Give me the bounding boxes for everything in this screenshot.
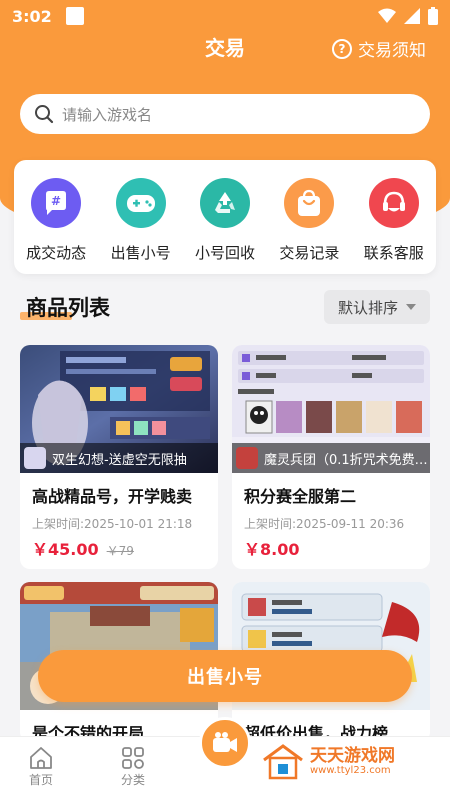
listed-time: 上架时间:2025-10-01 21:18 — [32, 517, 193, 531]
product-image: 魔灵兵团（0.1折咒术免费… — [232, 345, 430, 473]
quick-actions: # 成交动态 出售小号 小号回收 交易记录 联系客服 — [14, 160, 436, 274]
search-icon — [35, 105, 54, 124]
headset-icon — [368, 178, 419, 228]
house-logo-icon — [263, 744, 303, 780]
trade-rules-link[interactable]: ? 交易须知 — [332, 36, 426, 61]
sell-account-button[interactable]: 出售小号 — [38, 650, 412, 702]
product-title: 高战精品号，开学贱卖 — [32, 487, 193, 506]
status-time: 3:02 — [12, 6, 52, 26]
nav-home[interactable]: 首页 — [28, 745, 54, 788]
quick-label: 联系客服 — [363, 244, 424, 262]
recycle-icon — [199, 178, 250, 228]
gamepad-icon — [115, 178, 166, 228]
notification-icon — [65, 7, 84, 25]
nav-label: 首页 — [28, 773, 53, 787]
product-title: 积分赛全服第二 — [244, 487, 357, 506]
game-thumbnail — [24, 447, 46, 469]
watermark-url: www.ttyl23.com — [310, 765, 391, 776]
quick-label: 出售小号 — [110, 244, 171, 262]
product-card[interactable]: 魔灵兵团（0.1折咒术免费… 积分赛全服第二 上架时间:2025-09-11 2… — [232, 345, 430, 569]
battery-icon — [428, 7, 438, 25]
quick-item-recycle[interactable]: 小号回收 — [183, 178, 267, 274]
product-image: 双生幻想-送虚空无限抽 — [20, 345, 218, 473]
sort-dropdown[interactable]: 默认排序 — [324, 290, 430, 324]
product-list-header: 商品列表 默认排序 — [20, 290, 430, 326]
game-name: 魔灵兵团（0.1折咒术免费… — [264, 452, 428, 468]
game-thumbnail — [236, 447, 258, 469]
shopping-bag-icon — [284, 178, 335, 228]
quick-item-customer-service[interactable]: 联系客服 — [352, 178, 436, 274]
status-bar: 3:02 — [0, 0, 450, 32]
watermark-title: 天天游戏网 — [310, 746, 395, 766]
video-camera-icon — [213, 732, 237, 752]
caret-down-icon — [406, 304, 416, 310]
quick-item-trade-records[interactable]: 交易记录 — [267, 178, 351, 274]
quick-label: 成交动态 — [26, 244, 87, 262]
trade-rules-label: 交易须知 — [358, 41, 426, 61]
original-price: ￥79 — [106, 544, 134, 558]
product-price: ￥8.00 — [244, 540, 300, 559]
question-icon: ? — [332, 38, 352, 59]
game-tag: 双生幻想-送虚空无限抽 — [20, 443, 218, 473]
home-icon — [30, 747, 52, 769]
top-bar: 交易 ? 交易须知 — [0, 30, 450, 70]
svg-text:#: # — [51, 194, 61, 208]
wifi-icon — [378, 8, 396, 23]
game-name: 双生幻想-送虚空无限抽 — [52, 452, 187, 468]
category-icon — [122, 747, 144, 769]
product-price: ￥45.00 — [32, 540, 99, 559]
quick-label: 小号回收 — [194, 244, 255, 262]
quick-item-sell-account[interactable]: 出售小号 — [99, 178, 183, 274]
search-placeholder: 请输入游戏名 — [62, 105, 153, 124]
nav-category[interactable]: 分类 — [120, 745, 146, 788]
watermark-logo: 天天游戏网 www.ttyl23.com — [262, 744, 395, 780]
nav-label: 分类 — [120, 773, 145, 787]
quick-item-deal-feed[interactable]: # 成交动态 — [14, 178, 98, 274]
product-list-title: 商品列表 — [26, 296, 110, 320]
nav-video[interactable] — [199, 717, 251, 769]
game-tag: 魔灵兵团（0.1折咒术免费… — [232, 443, 430, 473]
sort-label: 默认排序 — [337, 298, 398, 317]
hashtag-chat-icon: # — [31, 178, 82, 228]
product-card[interactable]: 双生幻想-送虚空无限抽 高战精品号，开学贱卖 上架时间:2025-10-01 2… — [20, 345, 218, 569]
signal-icon — [404, 8, 420, 24]
listed-time: 上架时间:2025-09-11 20:36 — [244, 517, 405, 531]
quick-label: 交易记录 — [279, 244, 340, 262]
search-input[interactable]: 请输入游戏名 — [20, 94, 430, 134]
